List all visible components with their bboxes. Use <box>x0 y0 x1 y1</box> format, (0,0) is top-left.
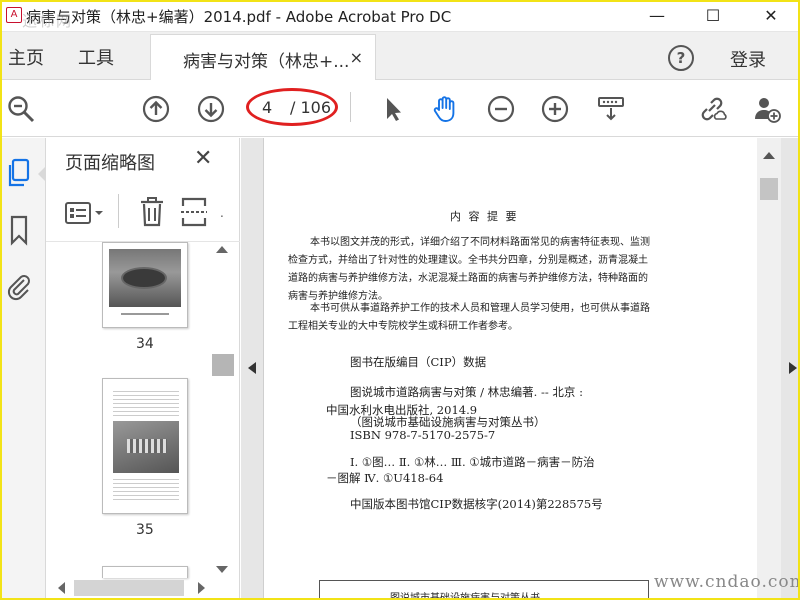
add-user-icon[interactable] <box>752 94 782 124</box>
previous-page-icon[interactable] <box>141 94 171 124</box>
thumbnail-page-36[interactable] <box>102 566 188 578</box>
summary-line: 本书可供从事道路养护工作的技术人员和管理人员学习使用，也可供从事道路 <box>310 303 650 314</box>
select-arrow-icon[interactable] <box>378 94 408 124</box>
thumbnails-title: 页面缩略图 <box>65 153 155 174</box>
login-button[interactable]: 登录 <box>730 46 766 72</box>
title-bar: A 病害与对策（林忠+编著）2014.pdf - Adobe Acrobat P… <box>0 0 800 32</box>
summary-heading: 内 容 提 要 <box>450 210 519 223</box>
document-vertical-scrollbar[interactable] <box>757 138 781 598</box>
scroll-mode-icon[interactable] <box>596 94 626 124</box>
collapse-left-panel-icon[interactable] <box>248 362 256 374</box>
more-tools-dot[interactable]: . <box>220 206 224 220</box>
attachments-icon[interactable] <box>6 270 32 302</box>
maximize-button[interactable]: ☐ <box>690 0 736 32</box>
doc-scroll-thumb[interactable] <box>760 178 778 200</box>
document-viewport[interactable]: 内 容 提 要 本书以图文并茂的形式，详细介绍了不同材料路面常见的病害特征表现、… <box>241 138 800 600</box>
thumbnails-panel: 页面缩略图 ✕ . 34 35 <box>46 138 240 598</box>
tab-tools[interactable]: 工具 <box>78 44 114 70</box>
thumbnail-page-35[interactable] <box>102 378 188 514</box>
thumbnail-label: 35 <box>136 522 154 538</box>
navigation-rail <box>0 138 46 598</box>
collapse-right-panel-icon[interactable] <box>789 362 797 374</box>
scroll-thumb[interactable] <box>212 354 234 376</box>
summary-line: 道路的病害与养护维修方法，水泥混凝土路面的病害与养护维修方法，特种路面的 <box>288 273 648 284</box>
doc-scroll-up-arrow[interactable] <box>763 152 775 159</box>
share-link-icon[interactable] <box>697 94 727 124</box>
main-toolbar <box>0 81 800 137</box>
thumbnail-options-icon[interactable] <box>64 200 108 226</box>
thumbnails-toolbar: . <box>46 186 240 242</box>
scroll-right-arrow[interactable] <box>198 582 205 594</box>
watermark-bottom-right: www.cndao.com <box>654 572 800 592</box>
thumbnail-label: 34 <box>136 336 154 352</box>
thumbnail-page-34[interactable] <box>102 242 188 328</box>
bookmarks-icon[interactable] <box>6 214 32 246</box>
summary-line: 检查方式，并给出了针对性的处理建议。全书共分四章，分别是概述，沥青混凝土 <box>288 255 648 266</box>
highlight-annotation <box>246 88 338 126</box>
hand-tool-icon[interactable] <box>430 94 460 124</box>
tab-close-icon[interactable]: × <box>350 48 363 67</box>
zoom-out-icon[interactable] <box>486 94 516 124</box>
zoom-search-icon[interactable] <box>6 94 36 124</box>
summary-line: 本书以图文并茂的形式，详细介绍了不同材料路面常见的病害特征表现、监测 <box>310 237 650 248</box>
thumbnail-photo <box>113 421 179 473</box>
series-box: 图说城市基础设施病害与对策丛书 <box>319 580 649 600</box>
tab-document-label: 病害与对策（林忠+... <box>183 52 350 72</box>
next-page-icon[interactable] <box>196 94 226 124</box>
minimize-button[interactable]: — <box>634 0 680 32</box>
close-window-button[interactable]: ✕ <box>748 0 794 32</box>
thumbnail-photo <box>109 249 181 307</box>
tab-home[interactable]: 主页 <box>8 44 44 70</box>
rail-pointer <box>38 166 46 182</box>
help-icon[interactable]: ? <box>668 45 694 71</box>
scroll-left-arrow[interactable] <box>58 582 65 594</box>
acrobat-app-icon: A <box>6 7 22 23</box>
series-title: 图说城市基础设施病害与对策丛书 <box>390 593 540 600</box>
scroll-up-arrow[interactable] <box>216 246 228 253</box>
cip-line: 图说城市道路病害与对策 / 林忠编著. -- 北京 : <box>350 385 583 399</box>
cip-heading: 图书在版编目（CIP）数据 <box>350 355 487 369</box>
extract-page-icon[interactable] <box>180 196 208 228</box>
thumb-tools-divider <box>118 194 119 228</box>
delete-page-icon[interactable] <box>138 196 166 228</box>
window-title: 病害与对策（林忠+编著）2014.pdf - Adobe Acrobat Pro… <box>26 8 452 26</box>
pdf-page: 内 容 提 要 本书以图文并茂的形式，详细介绍了不同材料路面常见的病害特征表现、… <box>263 138 759 600</box>
toolbar-divider <box>350 92 351 122</box>
cip-line: 中国版本图书馆CIP数据核字(2014)第228575号 <box>350 497 603 511</box>
scroll-thumb[interactable] <box>74 580 184 596</box>
thumbnails-close-icon[interactable]: ✕ <box>194 146 212 171</box>
thumbnails-horizontal-scrollbar[interactable] <box>48 578 212 598</box>
zoom-in-icon[interactable] <box>540 94 570 124</box>
tab-document[interactable]: 病害与对策（林忠+... × <box>150 34 376 80</box>
summary-line: 工程相关专业的大中专院校学生或科研工作者参考。 <box>288 321 518 332</box>
cip-line: Ⅰ. ①图… Ⅱ. ①林… Ⅲ. ①城市道路－病害－防治 <box>350 455 595 469</box>
watermark-top-left: 迅标网 <box>22 12 74 30</box>
thumbnails-vertical-scrollbar[interactable] <box>212 242 234 577</box>
cip-line: －图解 Ⅳ. ①U418-64 <box>326 471 444 485</box>
page-thumbnails-icon[interactable] <box>6 158 32 190</box>
scroll-down-arrow[interactable] <box>216 566 228 573</box>
cip-line: ISBN 978-7-5170-2575-7 <box>350 428 496 442</box>
